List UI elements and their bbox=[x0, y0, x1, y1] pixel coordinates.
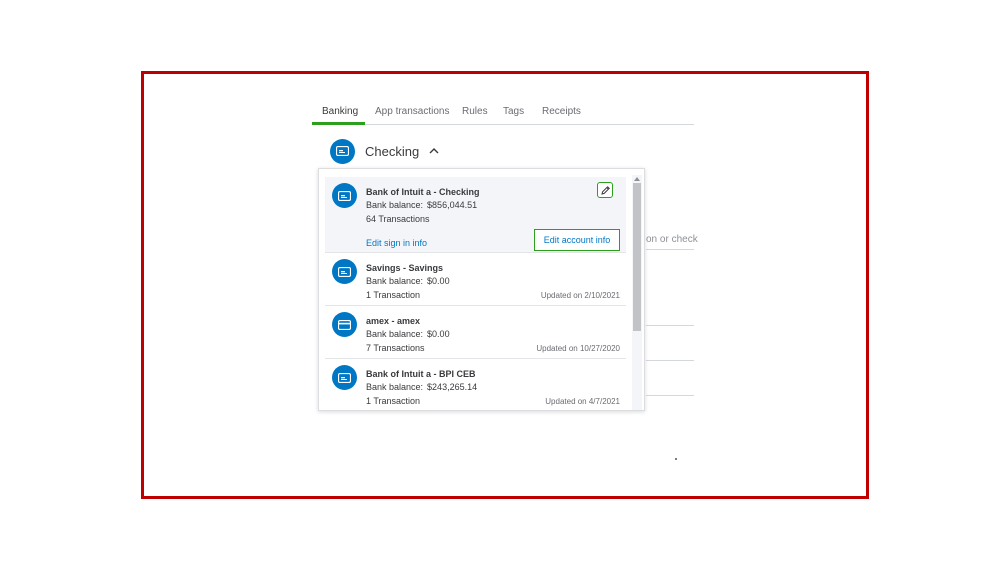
account-name: amex - amex bbox=[366, 316, 421, 326]
bank-card-icon bbox=[332, 183, 357, 208]
account-name: Bank of Intuit a - BPI CEB bbox=[366, 369, 476, 379]
account-name: Savings - Savings bbox=[366, 263, 444, 273]
account-transactions: 1 Transaction bbox=[366, 290, 421, 300]
search-input-text[interactable]: on or check bbox=[646, 234, 698, 245]
account-updated: Updated on 10/27/2020 bbox=[536, 344, 620, 353]
pencil-icon[interactable] bbox=[597, 182, 613, 198]
tab-banking[interactable]: Banking bbox=[322, 106, 358, 117]
account-item-savings[interactable]: Savings - Savings Bank balance: $0.00 1 T… bbox=[325, 253, 626, 306]
account-item-bpi-ceb[interactable]: Bank of Intuit a - BPI CEB Bank balance:… bbox=[325, 359, 626, 410]
tab-tags[interactable]: Tags bbox=[503, 106, 524, 117]
decorative-dot bbox=[675, 458, 677, 460]
account-transactions: 7 Transactions bbox=[366, 343, 425, 353]
tab-receipts[interactable]: Receipts bbox=[542, 106, 581, 117]
active-tab-indicator bbox=[312, 122, 365, 125]
divider bbox=[646, 395, 694, 396]
account-transactions: 1 Transaction bbox=[366, 396, 421, 406]
search-input-underline bbox=[646, 249, 694, 250]
scroll-up-arrow-icon[interactable] bbox=[634, 177, 640, 181]
tab-rules[interactable]: Rules bbox=[462, 106, 488, 117]
account-balance: Bank balance: $0.00 bbox=[366, 329, 450, 339]
bank-card-icon bbox=[332, 365, 357, 390]
bank-card-icon bbox=[330, 138, 355, 164]
dropdown-scrollbar[interactable] bbox=[632, 175, 642, 410]
account-transactions: 64 Transactions bbox=[366, 214, 430, 224]
scrollbar-thumb[interactable] bbox=[633, 183, 641, 331]
tab-app-transactions[interactable]: App transactions bbox=[375, 106, 450, 117]
divider bbox=[646, 360, 694, 361]
account-balance: Bank balance: $856,044.51 bbox=[366, 200, 478, 210]
chevron-up-icon bbox=[429, 148, 439, 154]
account-selector-title: Checking bbox=[365, 143, 420, 159]
account-dropdown: Bank of Intuit a - Checking Bank balance… bbox=[318, 168, 645, 411]
account-item-checking[interactable]: Bank of Intuit a - Checking Bank balance… bbox=[325, 177, 626, 253]
edit-account-info-button[interactable]: Edit account info bbox=[534, 229, 620, 251]
bank-card-icon bbox=[332, 259, 357, 284]
account-name: Bank of Intuit a - Checking bbox=[366, 187, 480, 197]
account-balance: Bank balance: $0.00 bbox=[366, 276, 450, 286]
account-item-amex[interactable]: amex - amex Bank balance: $0.00 7 Transac… bbox=[325, 306, 626, 359]
account-balance: Bank balance: $243,265.14 bbox=[366, 382, 478, 392]
account-updated: Updated on 4/7/2021 bbox=[545, 397, 620, 406]
divider bbox=[646, 325, 694, 326]
account-updated: Updated on 2/10/2021 bbox=[540, 291, 620, 300]
credit-card-icon bbox=[332, 312, 357, 337]
banking-tabs: Banking App transactions Rules Tags Rece… bbox=[312, 100, 694, 125]
account-selector[interactable]: Checking bbox=[330, 138, 439, 164]
edit-sign-in-link[interactable]: Edit sign in info bbox=[366, 238, 427, 248]
